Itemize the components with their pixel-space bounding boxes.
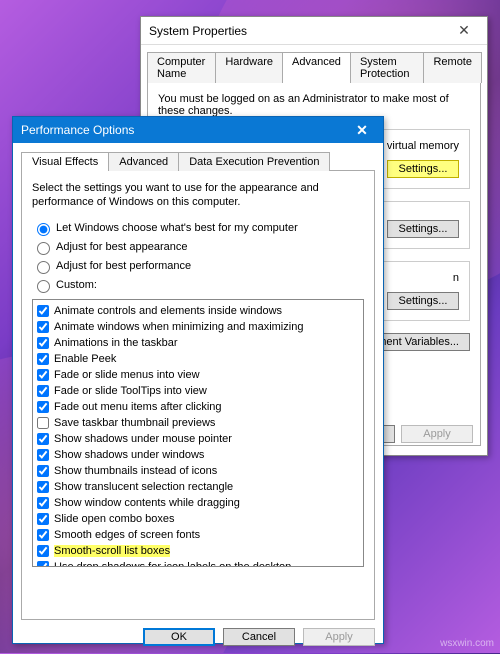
radio-label: Let Windows choose what's best for my co… <box>56 222 298 234</box>
watermark: wsxwin.com <box>440 638 494 649</box>
radio-input[interactable] <box>37 223 50 236</box>
list-item-label: Show shadows under mouse pointer <box>54 433 232 445</box>
tab-visual-effects[interactable]: Visual Effects <box>21 152 109 171</box>
group-3-settings-button[interactable]: Settings... <box>387 292 459 310</box>
list-item[interactable]: Use drop shadows for icon labels on the … <box>37 559 359 567</box>
list-item-checkbox[interactable] <box>37 497 49 509</box>
list-item-checkbox[interactable] <box>37 385 49 397</box>
system-properties-title: System Properties <box>149 24 449 38</box>
list-item[interactable]: Show shadows under mouse pointer <box>37 431 359 447</box>
tab-remote[interactable]: Remote <box>423 52 482 83</box>
list-item-label: Show window contents while dragging <box>54 497 240 509</box>
system-properties-titlebar: System Properties ✕ <box>141 17 487 45</box>
visual-effects-radios: Let Windows choose what's best for my co… <box>32 220 364 293</box>
list-item[interactable]: Animate controls and elements inside win… <box>37 303 359 319</box>
list-item-label: Show translucent selection rectangle <box>54 481 233 493</box>
list-item-checkbox[interactable] <box>37 561 49 567</box>
list-item-checkbox[interactable] <box>37 465 49 477</box>
list-item[interactable]: Fade out menu items after clicking <box>37 399 359 415</box>
close-icon[interactable]: ✕ <box>349 122 375 139</box>
list-item[interactable]: Show shadows under windows <box>37 447 359 463</box>
list-item-checkbox[interactable] <box>37 401 49 413</box>
list-item-checkbox[interactable] <box>37 305 49 317</box>
list-item[interactable]: Smooth edges of screen fonts <box>37 527 359 543</box>
radio-label: Custom: <box>56 279 97 291</box>
list-item-label: Enable Peek <box>54 353 116 365</box>
list-item-label: Fade out menu items after clicking <box>54 401 222 413</box>
list-item-checkbox[interactable] <box>37 481 49 493</box>
list-item[interactable]: Show translucent selection rectangle <box>37 479 359 495</box>
system-properties-tabs: Computer NameHardwareAdvancedSystem Prot… <box>147 51 481 82</box>
list-item-checkbox[interactable] <box>37 417 49 429</box>
performance-options-window: Performance Options ✕ Visual EffectsAdva… <box>12 116 384 644</box>
visual-effects-description: Select the settings you want to use for … <box>32 181 364 210</box>
performance-options-titlebar: Performance Options ✕ <box>13 117 383 143</box>
list-item[interactable]: Animations in the taskbar <box>37 335 359 351</box>
list-item[interactable]: Show thumbnails instead of icons <box>37 463 359 479</box>
list-item[interactable]: Slide open combo boxes <box>37 511 359 527</box>
list-item[interactable]: Enable Peek <box>37 351 359 367</box>
list-item-label: Smooth edges of screen fonts <box>54 529 200 541</box>
tab-advanced[interactable]: Advanced <box>108 152 179 171</box>
radio-option[interactable]: Adjust for best appearance <box>32 239 364 255</box>
list-item-label: Show shadows under windows <box>54 449 204 461</box>
radio-label: Adjust for best performance <box>56 260 191 272</box>
list-item[interactable]: Save taskbar thumbnail previews <box>37 415 359 431</box>
sysprop-apply-button: Apply <box>401 425 473 443</box>
list-item[interactable]: Fade or slide menus into view <box>37 367 359 383</box>
list-item[interactable]: Smooth-scroll list boxes <box>37 543 359 559</box>
list-item-label: Animate windows when minimizing and maxi… <box>54 321 303 333</box>
list-item-label: Fade or slide ToolTips into view <box>54 385 207 397</box>
radio-input[interactable] <box>37 261 50 274</box>
list-item-label: Use drop shadows for icon labels on the … <box>54 561 291 567</box>
cancel-button[interactable]: Cancel <box>223 628 295 646</box>
list-item[interactable]: Fade or slide ToolTips into view <box>37 383 359 399</box>
list-item-checkbox[interactable] <box>37 369 49 381</box>
close-icon[interactable]: ✕ <box>449 22 479 39</box>
radio-input[interactable] <box>37 280 50 293</box>
list-item-label: Show thumbnails instead of icons <box>54 465 217 477</box>
list-item[interactable]: Show window contents while dragging <box>37 495 359 511</box>
radio-label: Adjust for best appearance <box>56 241 187 253</box>
visual-effects-list: Animate controls and elements inside win… <box>32 299 364 567</box>
list-item-checkbox[interactable] <box>37 353 49 365</box>
radio-option[interactable]: Custom: <box>32 277 364 293</box>
list-item-checkbox[interactable] <box>37 321 49 333</box>
list-item-label: Animate controls and elements inside win… <box>54 305 282 317</box>
list-item-checkbox[interactable] <box>37 449 49 461</box>
list-item-label: Save taskbar thumbnail previews <box>54 417 215 429</box>
performance-options-tabs: Visual EffectsAdvancedData Execution Pre… <box>21 151 375 170</box>
group-2-settings-button[interactable]: Settings... <box>387 220 459 238</box>
list-item-checkbox[interactable] <box>37 545 49 557</box>
list-item-checkbox[interactable] <box>37 513 49 525</box>
performance-settings-button[interactable]: Settings... <box>387 160 459 178</box>
list-item-checkbox[interactable] <box>37 433 49 445</box>
list-item-checkbox[interactable] <box>37 529 49 541</box>
tab-data-execution-prevention[interactable]: Data Execution Prevention <box>178 152 330 171</box>
radio-option[interactable]: Adjust for best performance <box>32 258 364 274</box>
radio-option[interactable]: Let Windows choose what's best for my co… <box>32 220 364 236</box>
tab-system-protection[interactable]: System Protection <box>350 52 425 83</box>
ok-button[interactable]: OK <box>143 628 215 646</box>
list-item-checkbox[interactable] <box>37 337 49 349</box>
tab-computer-name[interactable]: Computer Name <box>147 52 216 83</box>
list-item[interactable]: Animate windows when minimizing and maxi… <box>37 319 359 335</box>
list-item-label: Animations in the taskbar <box>54 337 178 349</box>
list-item-label: Smooth-scroll list boxes <box>54 545 170 557</box>
list-item-label: Fade or slide menus into view <box>54 369 200 381</box>
performance-options-title: Performance Options <box>21 123 349 137</box>
list-item-label: Slide open combo boxes <box>54 513 174 525</box>
apply-button: Apply <box>303 628 375 646</box>
radio-input[interactable] <box>37 242 50 255</box>
admin-notice: You must be logged on as an Administrato… <box>158 93 470 117</box>
tab-hardware[interactable]: Hardware <box>215 52 283 83</box>
tab-advanced[interactable]: Advanced <box>282 52 351 83</box>
